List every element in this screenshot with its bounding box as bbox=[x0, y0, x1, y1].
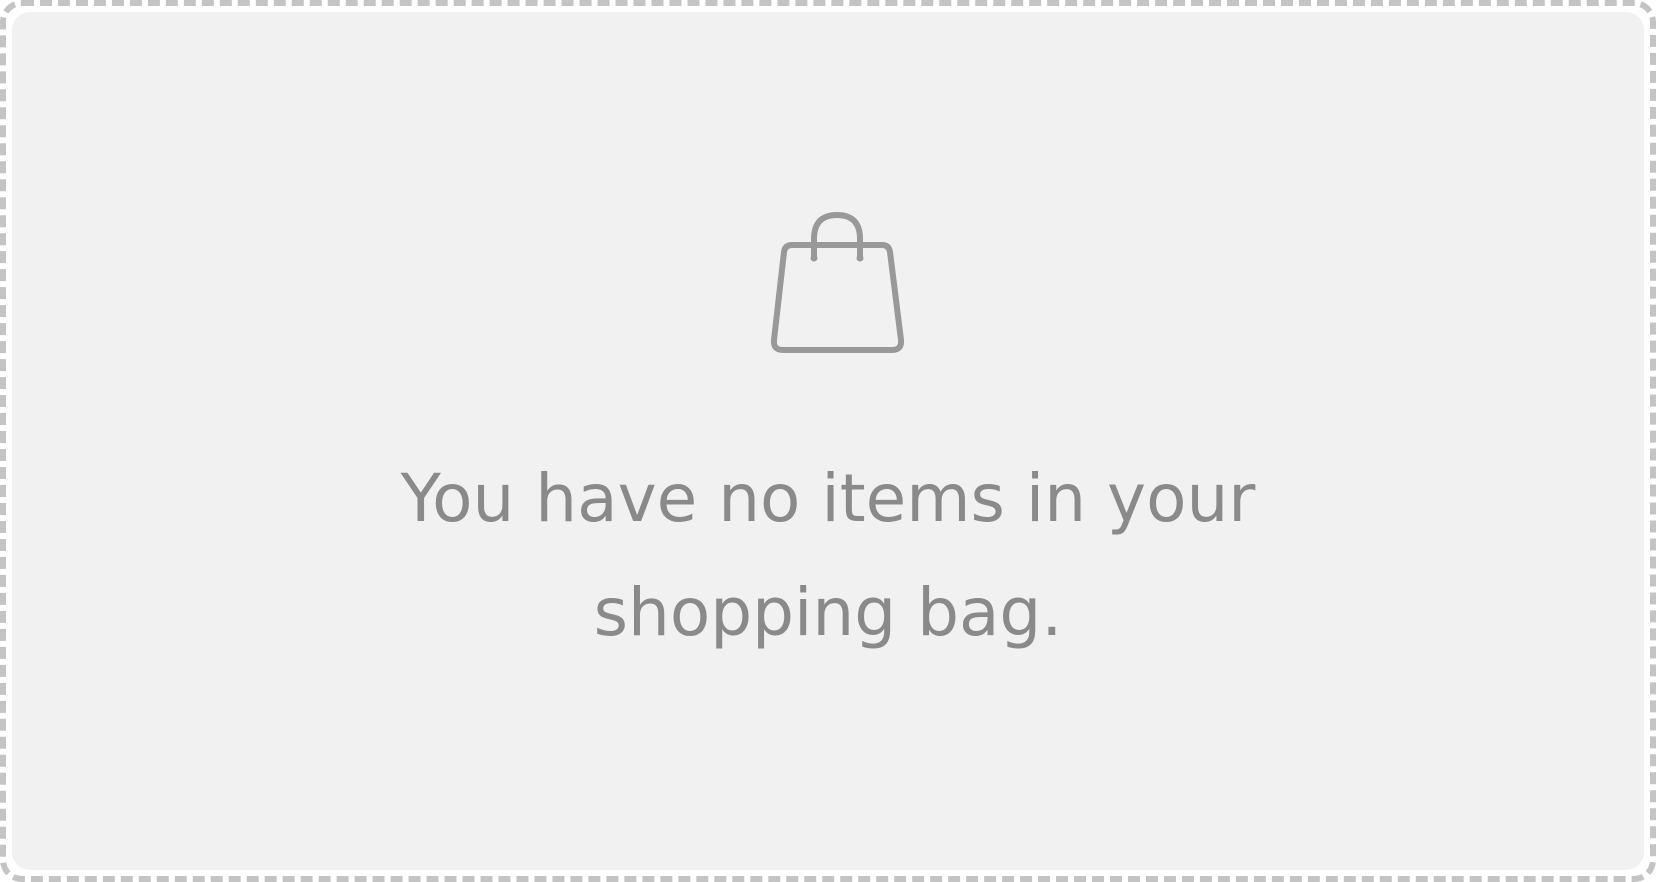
empty-cart-message: You have no items in your shopping bag. bbox=[228, 442, 1428, 670]
shopping-bag-icon bbox=[770, 212, 905, 353]
empty-cart-message-line1: You have no items in your bbox=[400, 460, 1256, 537]
empty-cart-message-line2: shopping bag. bbox=[593, 574, 1063, 651]
empty-cart-panel: You have no items in your shopping bag. bbox=[12, 12, 1644, 870]
